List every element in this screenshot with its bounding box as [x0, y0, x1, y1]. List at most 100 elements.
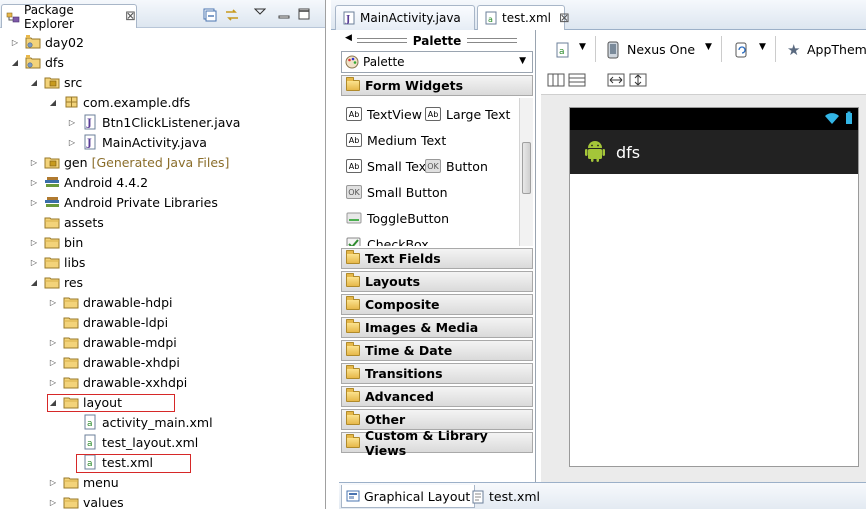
highlight-layout-folder [47, 394, 175, 412]
palette-widget[interactable]: ToggleButton [346, 208, 449, 228]
palette-widget-label: ToggleButton [367, 210, 450, 226]
package-explorer-tab[interactable]: Package Explorer ⊠ [1, 3, 137, 31]
tree-item[interactable]: ◢ dfs [10, 52, 64, 72]
collapsed-arrow-icon[interactable]: ▷ [48, 337, 58, 347]
fill-width-icon[interactable] [607, 72, 625, 91]
tree-item[interactable]: a activity_main.xml [67, 412, 213, 432]
tab-mainactivity-java[interactable]: J MainActivity.java [335, 5, 475, 30]
collapsed-arrow-icon[interactable]: ▷ [67, 137, 77, 147]
close-icon[interactable]: ⊠ [125, 10, 136, 23]
tree-item-label: Btn1ClickListener.java [102, 114, 241, 130]
tree-item[interactable]: ▷ drawable-hdpi [48, 292, 173, 312]
palette-widget[interactable]: CheckBox [346, 234, 429, 246]
collapsed-arrow-icon[interactable]: ▷ [48, 377, 58, 387]
tree-item[interactable]: ▷ values [48, 492, 124, 509]
tree-item[interactable]: ◢ src [29, 72, 82, 92]
collapsed-arrow-icon[interactable]: ▷ [29, 257, 39, 267]
collapsed-arrow-icon[interactable]: ▷ [29, 177, 39, 187]
collapsed-arrow-icon[interactable]: ▷ [48, 297, 58, 307]
link-with-editor-icon[interactable] [224, 8, 240, 22]
scrollbar-thumb[interactable] [522, 142, 531, 194]
palette-title-bar: ◀ Palette [339, 30, 535, 51]
palette-widget[interactable]: Ab Medium Text [346, 130, 446, 150]
tree-item-label: values [83, 494, 124, 509]
chevron-down-icon[interactable]: ▼ [579, 42, 586, 52]
collapsed-arrow-icon[interactable]: ▷ [67, 117, 77, 127]
collapsed-arrow-icon[interactable]: ▷ [48, 497, 58, 507]
tree-item[interactable]: ▷ libs [29, 252, 85, 272]
palette-category[interactable]: Images & Media [341, 317, 533, 338]
chevron-down-icon[interactable]: ▼ [759, 42, 766, 52]
collapsed-arrow-icon[interactable]: ▷ [29, 237, 39, 247]
collapsed-arrow-icon[interactable]: ▷ [10, 37, 20, 47]
tree-item[interactable]: ▷ menu [48, 472, 119, 492]
palette-widget[interactable]: Ab Large Text [425, 104, 510, 124]
collapsed-arrow-icon[interactable]: ▷ [29, 157, 39, 167]
palette-category[interactable]: Layouts [341, 271, 533, 292]
device-preview[interactable]: dfs [569, 107, 859, 467]
palette-widget[interactable]: Ab TextView [346, 104, 422, 124]
tree-item[interactable]: ▷ drawable-mdpi [48, 332, 177, 352]
package-icon [63, 94, 80, 110]
tree-item[interactable]: ▷ drawable-xhdpi [48, 352, 180, 372]
view-menu-icon[interactable] [253, 6, 270, 20]
close-icon[interactable]: ⊠ [559, 12, 570, 25]
palette-widget[interactable]: OK Button [425, 156, 488, 176]
palette-scrollbar[interactable] [519, 98, 533, 246]
fill-height-icon[interactable] [629, 72, 647, 91]
tree-item[interactable]: ▷ Android Private Libraries [29, 192, 218, 212]
layout-canvas[interactable]: dfs [541, 94, 866, 482]
tree-item[interactable]: ▷ J Btn1ClickListener.java [67, 112, 240, 132]
minimize-icon[interactable] [278, 8, 294, 22]
tree-item-label: drawable-hdpi [83, 294, 173, 310]
tree-item[interactable]: assets [29, 212, 104, 232]
expanded-arrow-icon[interactable]: ◢ [48, 97, 58, 107]
layout-rows-icon[interactable] [568, 72, 586, 91]
palette-selector[interactable]: Palette ▼ [341, 51, 533, 73]
collapsed-arrow-icon[interactable]: ▷ [48, 357, 58, 367]
tree-item[interactable]: drawable-ldpi [48, 312, 168, 332]
tree-item[interactable]: ▷ day02 [10, 32, 84, 52]
orientation-icon[interactable] [733, 41, 749, 62]
palette-category[interactable]: Time & Date [341, 340, 533, 361]
palette-category[interactable]: Transitions [341, 363, 533, 384]
category-form-widgets[interactable]: Form Widgets [341, 75, 533, 96]
collapsed-arrow-icon[interactable]: ▷ [29, 197, 39, 207]
device-selector[interactable]: Nexus One [627, 42, 695, 57]
folder-icon [63, 474, 80, 490]
palette-widget[interactable]: Ab Small Text [346, 156, 431, 176]
tab-xml-source[interactable]: test.xml [467, 485, 544, 508]
palette-category[interactable]: Advanced [341, 386, 533, 407]
palette-category[interactable]: Custom & Library Views [341, 428, 533, 458]
tree-item[interactable]: ▷ drawable-xxhdpi [48, 372, 187, 392]
layout-grid-icon[interactable] [547, 72, 565, 91]
tree-item[interactable]: ▷ gen [Generated Java Files] [29, 152, 230, 172]
status-bar [570, 108, 858, 130]
expanded-arrow-icon[interactable]: ◢ [10, 57, 20, 67]
tab-test-xml[interactable]: a test.xml ⊠ [477, 5, 570, 30]
tree-item[interactable]: ▷ J MainActivity.java [67, 132, 207, 152]
collapse-left-icon[interactable]: ◀ [345, 33, 352, 43]
tree-item[interactable]: ▷ Android 4.4.2 [29, 172, 148, 192]
tab-label: Graphical Layout [364, 488, 471, 504]
expanded-arrow-icon[interactable]: ◢ [29, 77, 39, 87]
device-icon [607, 41, 619, 62]
battery-icon [845, 111, 853, 128]
maximize-icon[interactable] [298, 8, 314, 22]
palette-category[interactable]: Text Fields [341, 248, 533, 269]
tree-item[interactable]: a test_layout.xml [67, 432, 198, 452]
tree-item[interactable]: ◢ res [29, 272, 83, 292]
tab-graphical-layout[interactable]: Graphical Layout [341, 485, 476, 508]
palette-widget[interactable]: OK Small Button [346, 182, 448, 202]
collapsed-arrow-icon[interactable]: ▷ [48, 477, 58, 487]
layout-config-icon[interactable]: a [555, 42, 571, 61]
wifi-icon [824, 111, 840, 128]
theme-selector[interactable]: AppThem [807, 42, 866, 57]
collapse-all-icon[interactable] [202, 8, 218, 22]
chevron-down-icon[interactable]: ▼ [705, 42, 712, 52]
tree-item[interactable]: ▷ bin [29, 232, 83, 252]
tree-item[interactable]: ◢ com.example.dfs [48, 92, 190, 112]
expanded-arrow-icon[interactable]: ◢ [29, 277, 39, 287]
tree-item-label: activity_main.xml [102, 414, 213, 430]
palette-category[interactable]: Composite [341, 294, 533, 315]
